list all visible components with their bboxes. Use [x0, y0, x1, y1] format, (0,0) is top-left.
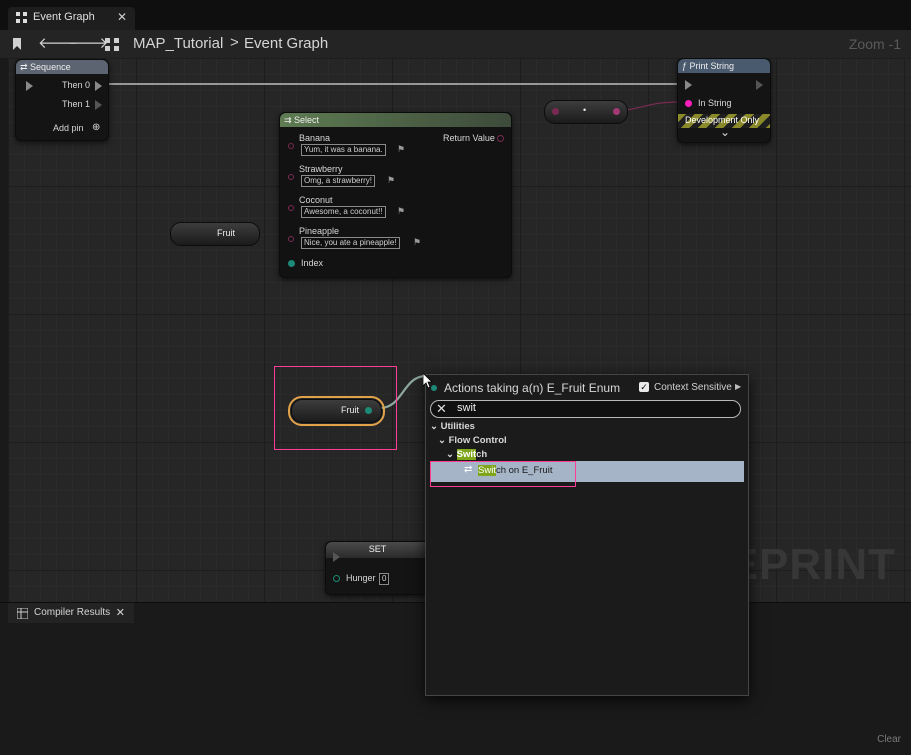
in-string-label: In String — [698, 98, 732, 108]
hunger-value[interactable]: 0 — [379, 573, 390, 585]
function-icon: ƒ — [682, 61, 690, 71]
option-coconut-label: Coconut — [299, 195, 333, 205]
exec-in-pin[interactable] — [685, 80, 692, 90]
tree-switch-match: Swit — [456, 449, 477, 460]
graph-icon — [16, 12, 27, 23]
select-icon: ⇉ — [284, 115, 295, 125]
tree-utilities[interactable]: ⌄ Utilities — [430, 421, 475, 432]
option-pin[interactable] — [288, 143, 294, 149]
index-label: Index — [301, 258, 324, 268]
actions-menu[interactable]: Actions taking a(n) E_Fruit Enum ✓ Conte… — [425, 374, 749, 696]
highlight-box-fruit — [274, 366, 397, 450]
search-input[interactable]: ✕ swit — [430, 400, 741, 418]
exec-in-pin[interactable] — [333, 552, 340, 562]
add-pin-icon[interactable]: ⊕ — [92, 122, 100, 133]
expand-chevron-icon[interactable]: ⌄ — [720, 125, 730, 139]
fruit-variable-node[interactable]: Fruit — [170, 222, 260, 246]
set-node[interactable]: SET Hunger 0 — [325, 541, 430, 595]
tab-strip: Event Graph ✕ — [0, 0, 911, 30]
sequence-title: Sequence — [30, 62, 71, 72]
then1-label: Then 1 — [62, 99, 91, 109]
flag-icon[interactable]: ⚑ — [397, 206, 405, 217]
add-pin-label[interactable]: Add pin — [53, 123, 84, 133]
then0-pin[interactable] — [95, 81, 102, 91]
chevron-down-icon: ⌄ — [438, 435, 449, 446]
reroute-out-pin[interactable] — [613, 108, 620, 115]
option-pin[interactable] — [288, 236, 294, 242]
option-banana-label: Banana — [299, 133, 331, 143]
reroute-dot: • — [583, 105, 587, 115]
set-header: SET — [326, 542, 429, 558]
select-header: ⇉ Select — [280, 113, 511, 127]
tree-flow-control-label: Flow Control — [448, 435, 507, 446]
fruit-variable-label: Fruit — [217, 228, 235, 238]
graph-icon — [105, 38, 119, 51]
option-strawberry-label: Strawberry — [299, 164, 343, 174]
highlight-box-switch — [430, 461, 576, 487]
flag-icon[interactable]: ⚑ — [387, 175, 395, 186]
option-strawberry-value[interactable]: Omg, a strawberry! — [301, 175, 376, 187]
compiler-results-label: Compiler Results — [34, 607, 111, 618]
breadcrumb-root[interactable]: MAP_Tutorial — [133, 35, 223, 52]
context-sensitive-label[interactable]: Context Sensitive — [654, 382, 732, 393]
flag-icon[interactable]: ⚑ — [413, 237, 421, 248]
reroute-in-pin[interactable] — [552, 108, 559, 115]
tree-switch-rest: ch — [476, 449, 488, 460]
tab-close-icon[interactable]: ✕ — [117, 10, 127, 24]
option-pin[interactable] — [288, 205, 294, 211]
results-icon — [17, 608, 28, 619]
zoom-level: Zoom -1 — [848, 36, 901, 52]
clear-button[interactable]: Clear — [877, 734, 901, 745]
option-pin[interactable] — [288, 174, 294, 180]
development-only-label: Development Only — [685, 115, 760, 125]
search-value[interactable]: swit — [457, 402, 476, 414]
actions-menu-title: Actions taking a(n) E_Fruit Enum — [444, 381, 621, 395]
clear-search-icon[interactable]: ✕ — [436, 401, 447, 416]
context-arrow-icon[interactable]: ▶ — [735, 382, 741, 391]
tree-flow-control[interactable]: ⌄ Flow Control — [438, 435, 507, 446]
blueprint-watermark: EPRINT — [728, 540, 896, 589]
mouse-cursor-icon — [423, 373, 433, 389]
sequence-icon: ⇄ — [20, 62, 31, 72]
then0-label: Then 0 — [62, 80, 91, 90]
chevron-down-icon: ⌄ — [430, 421, 441, 432]
sequence-node[interactable]: ⇄ Sequence Then 0 Then 1 Add pin ⊕ — [15, 59, 109, 141]
exec-out-pin[interactable] — [756, 80, 763, 90]
print-string-title: Print String — [689, 61, 735, 71]
then1-pin[interactable] — [95, 100, 102, 110]
context-sensitive-checkbox[interactable]: ✓ — [639, 382, 649, 392]
reroute-node[interactable]: • — [544, 100, 628, 124]
sequence-header: ⇄ Sequence — [16, 60, 108, 74]
tab-label: Event Graph — [33, 11, 95, 23]
compiler-results-tab[interactable]: Compiler Results ✕ — [8, 603, 134, 623]
tree-utilities-label: Utilities — [440, 421, 475, 432]
breadcrumb-current[interactable]: Event Graph — [244, 35, 328, 52]
option-banana-value[interactable]: Yum, it was a banana. — [301, 144, 386, 156]
forward-arrow-icon[interactable]: 🡒 — [68, 35, 108, 53]
return-value-label: Return Value — [443, 133, 495, 143]
hunger-pin[interactable] — [333, 575, 340, 582]
set-title: SET — [368, 544, 387, 554]
left-edge-bar — [0, 58, 8, 602]
option-pineapple-value[interactable]: Nice, you ate a pineapple! — [301, 237, 400, 249]
graph-toolbar: 🡐 🡒 MAP_Tutorial > Event Graph Zoom -1 — [0, 30, 911, 59]
exec-in-pin[interactable] — [26, 81, 33, 91]
in-string-pin[interactable] — [685, 100, 692, 107]
flag-icon[interactable]: ⚑ — [397, 144, 405, 155]
select-title: Select — [294, 115, 320, 125]
tab-event-graph[interactable]: Event Graph ✕ — [8, 7, 135, 30]
tree-switch[interactable]: ⌄ Switch — [446, 449, 487, 460]
breadcrumb-separator: > — [230, 34, 239, 51]
bookmark-icon[interactable] — [12, 38, 22, 50]
chevron-down-icon: ⌄ — [446, 449, 457, 460]
option-pineapple-label: Pineapple — [299, 226, 340, 236]
return-value-pin[interactable] — [497, 135, 504, 142]
select-node[interactable]: ⇉ Select Return Value Banana Yum, it was… — [279, 112, 512, 278]
option-coconut-value[interactable]: Awesome, a coconut!! — [301, 206, 386, 218]
print-string-node[interactable]: ƒ Print String In String Development Onl… — [677, 58, 771, 143]
hunger-label: Hunger — [346, 573, 376, 583]
index-pin[interactable] — [288, 260, 295, 267]
compiler-results-close-icon[interactable]: ✕ — [116, 606, 125, 619]
print-string-header: ƒ Print String — [678, 59, 770, 73]
